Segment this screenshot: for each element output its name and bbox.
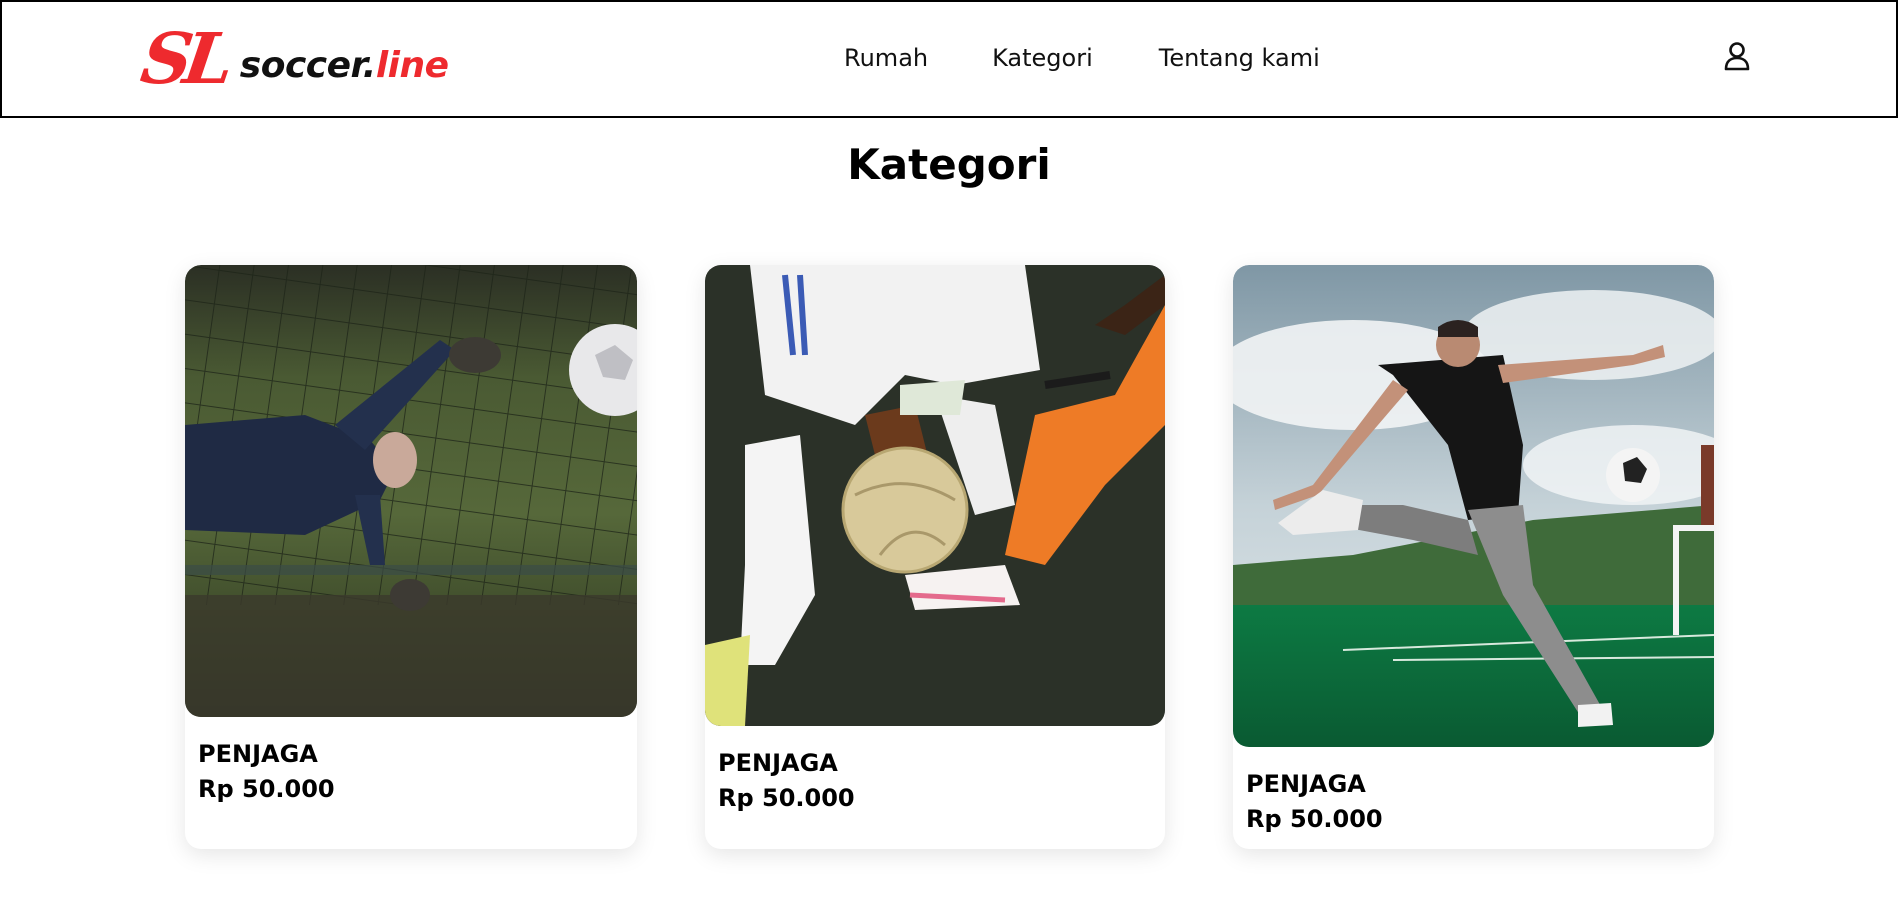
goalkeeper-diving-photo — [185, 265, 637, 717]
card-info: PENJAGA Rp 50.000 — [1246, 767, 1383, 837]
user-icon[interactable] — [1722, 40, 1752, 72]
card-info: PENJAGA Rp 50.000 — [198, 737, 335, 807]
product-price: Rp 50.000 — [718, 784, 855, 812]
product-name: PENJAGA — [198, 740, 318, 768]
product-card[interactable]: PENJAGA Rp 50.000 — [1233, 265, 1714, 849]
page-title: Kategori — [847, 140, 1051, 189]
product-price: Rp 50.000 — [198, 775, 335, 803]
product-card[interactable]: PENJAGA Rp 50.000 — [185, 265, 637, 849]
card-info: PENJAGA Rp 50.000 — [718, 746, 855, 816]
site-header: SL soccer.line Rumah Kategori Tentang ka… — [0, 0, 1898, 118]
nav-link-tentang-kami[interactable]: Tentang kami — [1159, 40, 1320, 76]
nav-link-rumah[interactable]: Rumah — [844, 40, 928, 76]
logo-mark: SL — [136, 17, 232, 100]
player-kicking-ball-photo — [1233, 265, 1714, 747]
product-name: PENJAGA — [718, 749, 838, 777]
product-card[interactable]: PENJAGA Rp 50.000 — [705, 265, 1165, 849]
nav-link-kategori[interactable]: Kategori — [992, 40, 1093, 76]
logo-text-red: line — [375, 45, 449, 86]
logo-text-dark: soccer. — [239, 45, 377, 86]
product-name: PENJAGA — [1246, 770, 1366, 798]
main-nav: Rumah Kategori Tentang kami — [844, 40, 1320, 76]
players-tackling-ball-photo — [705, 265, 1165, 726]
logo-text: soccer.line — [240, 48, 449, 92]
product-price: Rp 50.000 — [1246, 805, 1383, 833]
logo-link[interactable]: SL soccer.line — [136, 17, 449, 100]
